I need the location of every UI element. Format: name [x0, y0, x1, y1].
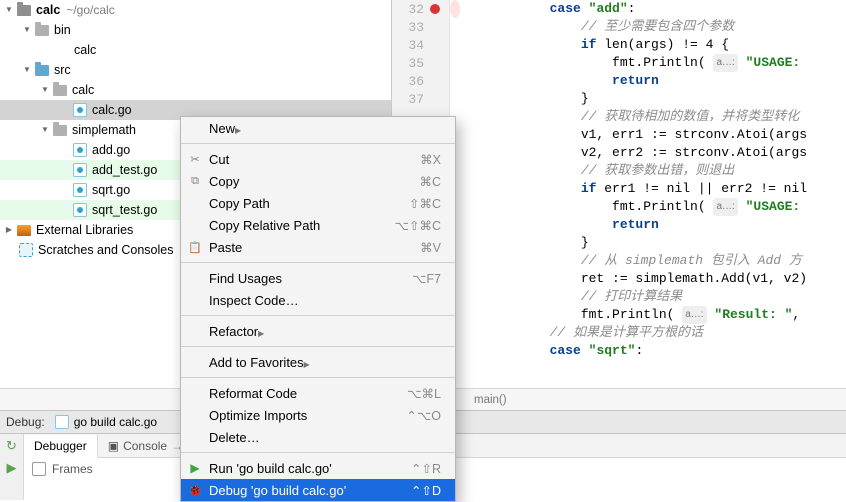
debug-config-name[interactable]: go build calc.go	[74, 415, 157, 429]
debug-icon: 🐞	[187, 482, 203, 498]
menu-reformat-code[interactable]: Reformat Code⌥⌘L	[181, 382, 455, 404]
menu-optimize-imports[interactable]: Optimize Imports⌃⌥O	[181, 404, 455, 426]
debug-title: Debug:	[6, 415, 45, 429]
library-icon	[17, 225, 31, 236]
variables-panel[interactable]	[436, 458, 846, 500]
menu-inspect-code[interactable]: Inspect Code…	[181, 289, 455, 311]
tree-bin[interactable]: bin	[0, 20, 391, 40]
menu-refactor[interactable]: Refactor	[181, 320, 455, 342]
debug-toolbar: ↻ ▶	[0, 434, 24, 500]
menu-copy-path[interactable]: Copy Path⇧⌘C	[181, 192, 455, 214]
breakpoint-icon[interactable]	[430, 4, 440, 14]
chevron-down-icon[interactable]	[22, 20, 32, 40]
go-file-icon	[73, 143, 87, 157]
tree-bin-calc[interactable]: calc	[0, 40, 391, 60]
tree-src[interactable]: src	[0, 60, 391, 80]
menu-add-to-favorites[interactable]: Add to Favorites	[181, 351, 455, 373]
menu-delete[interactable]: Delete…	[181, 426, 455, 448]
go-file-icon	[73, 183, 87, 197]
code-editor[interactable]: 32 33 34 35 36 37 case "add": // 至少需要包含四…	[392, 0, 846, 388]
menu-paste[interactable]: 📋Paste⌘V	[181, 236, 455, 258]
context-menu: New ✂Cut⌘X ⧉Copy⌘C Copy Path⇧⌘C Copy Rel…	[180, 116, 456, 502]
menu-new[interactable]: New	[181, 117, 455, 139]
menu-run-go-build[interactable]: ▶Run 'go build calc.go'⌃⇧R	[181, 457, 455, 479]
go-file-icon	[55, 415, 69, 429]
menu-debug-go-build[interactable]: 🐞Debug 'go build calc.go'⌃⇧D	[181, 479, 455, 501]
chevron-down-icon[interactable]	[40, 120, 50, 140]
run-icon: ▶	[187, 460, 203, 476]
cut-icon: ✂	[187, 151, 203, 167]
menu-copy-relative-path[interactable]: Copy Relative Path⌥⇧⌘C	[181, 214, 455, 236]
tree-root-label: calc	[36, 0, 60, 20]
menu-cut[interactable]: ✂Cut⌘X	[181, 148, 455, 170]
go-file-icon	[73, 163, 87, 177]
rerun-button[interactable]: ↻	[4, 438, 20, 454]
code-area[interactable]: case "add": // 至少需要包含四个参数 if len(args) !…	[450, 0, 846, 388]
menu-copy[interactable]: ⧉Copy⌘C	[181, 170, 455, 192]
chevron-down-icon[interactable]	[22, 60, 32, 80]
tab-debugger[interactable]: Debugger	[24, 435, 98, 458]
chevron-right-icon[interactable]	[4, 220, 14, 240]
resume-button[interactable]: ▶	[4, 460, 20, 476]
copy-icon: ⧉	[187, 173, 203, 189]
go-file-icon	[73, 203, 87, 217]
go-file-icon	[73, 103, 87, 117]
tree-root-path: ~/go/calc	[60, 0, 114, 20]
chevron-down-icon[interactable]	[4, 0, 14, 20]
scratch-icon	[19, 243, 33, 257]
paste-icon: 📋	[187, 239, 203, 255]
breadcrumb-main[interactable]: main()	[474, 394, 507, 406]
frames-icon	[32, 462, 46, 476]
tree-src-calc[interactable]: calc	[0, 80, 391, 100]
menu-find-usages[interactable]: Find Usages⌥F7	[181, 267, 455, 289]
chevron-down-icon[interactable]	[40, 80, 50, 100]
tree-root[interactable]: calc ~/go/calc	[0, 0, 391, 20]
